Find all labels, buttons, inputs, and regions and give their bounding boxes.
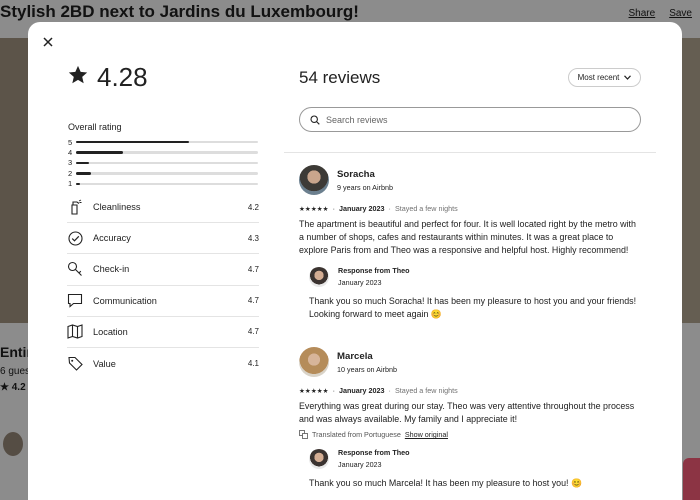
distribution-bar-track	[76, 151, 258, 154]
distribution-stars: 5	[68, 137, 73, 147]
category-label: Location	[93, 326, 128, 337]
category-row-check-in: Check-in 4.7	[67, 254, 259, 286]
overall-score-value: 4.28	[97, 62, 148, 92]
category-value: 4.7	[247, 327, 259, 337]
tag-icon	[67, 356, 83, 372]
review-item: Soracha 9 years on Airbnb ★★★★★ · Januar…	[299, 165, 639, 321]
category-label: Check-in	[93, 264, 130, 275]
distribution-bar-fill	[76, 140, 189, 144]
category-label: Communication	[93, 295, 157, 306]
reviewer-name: Soracha	[337, 168, 375, 180]
host-avatar[interactable]	[309, 266, 329, 287]
category-value: 4.1	[247, 359, 259, 369]
reviewer-name: Marcela	[337, 350, 373, 362]
spray-bottle-icon	[67, 199, 83, 215]
search-field[interactable]	[299, 107, 641, 132]
reviews-count-title: 54 reviews	[299, 68, 381, 87]
review-item: Marcela 10 years on Airbnb ★★★★★ · Janua…	[299, 347, 639, 490]
translation-note: Translated from Portuguese Show original	[299, 430, 639, 439]
distribution-row: 2	[68, 168, 258, 178]
host-avatar[interactable]	[309, 448, 329, 469]
category-ratings: Cleanliness 4.2 Accuracy 4.3 Check-in 4.7 Comm…	[67, 192, 259, 379]
overall-rating-label: Overall rating	[68, 122, 122, 132]
distribution-bar-fill	[76, 172, 91, 175]
category-value: 4.3	[247, 233, 259, 243]
sort-label: Most recent	[577, 73, 620, 82]
category-row-cleanliness: Cleanliness 4.2	[67, 192, 259, 224]
overall-score: 4.28	[67, 62, 148, 93]
distribution-stars: 3	[68, 158, 73, 168]
response-title: Response from Theo	[338, 448, 410, 458]
distribution-bar-track	[76, 161, 258, 165]
distribution-stars: 4	[68, 148, 73, 158]
review-stay: Stayed a few nights	[394, 386, 458, 395]
distribution-row: 1	[68, 179, 258, 189]
translate-icon	[299, 430, 308, 440]
distribution-stars: 1	[68, 179, 73, 189]
sort-dropdown[interactable]: Most recent	[568, 68, 641, 87]
map-icon	[67, 324, 83, 340]
check-circle-icon	[67, 230, 83, 246]
response-text: Thank you so much Marcela! It has been m…	[309, 478, 582, 489]
review-date: January 2023	[338, 204, 385, 213]
category-label: Cleanliness	[93, 202, 141, 213]
distribution-row: 5	[68, 137, 258, 147]
host-response: Response from Theo January 2023 Thank yo…	[309, 448, 639, 490]
response-date: January 2023	[338, 460, 382, 470]
divider	[284, 152, 656, 153]
distribution-bar-track	[76, 172, 258, 175]
review-stars: ★★★★★	[299, 387, 329, 395]
category-value: 4.2	[247, 202, 259, 212]
search-icon	[310, 114, 320, 125]
reviewer-tenure: 10 years on Airbnb	[337, 364, 397, 374]
category-row-location: Location 4.7	[67, 317, 259, 348]
category-row-value: Value 4.1	[67, 348, 259, 379]
distribution-stars: 2	[68, 168, 73, 178]
category-value: 4.7	[247, 264, 259, 274]
review-text: Everything was great during our stay. Th…	[299, 401, 635, 425]
category-value: 4.7	[247, 296, 259, 306]
star-icon	[67, 64, 89, 91]
rating-distribution: 54321	[68, 137, 258, 189]
response-text: Thank you so much Soracha! It has been m…	[309, 296, 637, 320]
show-original-link[interactable]: Show original	[405, 430, 448, 439]
translated-label: Translated from Portuguese	[312, 430, 401, 440]
response-date: January 2023	[338, 278, 382, 288]
review-stars: ★★★★★	[299, 205, 329, 213]
chat-bubble-icon	[67, 293, 83, 309]
review-date: January 2023	[338, 386, 385, 395]
reviewer-tenure: 9 years on Airbnb	[337, 182, 393, 192]
reviews-panel: 54 reviews Most recent Soracha 9 years o…	[284, 22, 682, 500]
review-text: The apartment is beautiful and perfect f…	[299, 219, 636, 256]
category-row-accuracy: Accuracy 4.3	[67, 223, 259, 255]
category-row-communication: Communication 4.7	[67, 286, 259, 317]
key-icon	[67, 261, 83, 277]
distribution-bar-fill	[76, 151, 124, 154]
reviewer-avatar[interactable]	[299, 165, 329, 195]
distribution-bar-track	[76, 140, 258, 144]
category-label: Value	[93, 358, 116, 369]
chevron-down-icon	[624, 75, 632, 80]
distribution-bar-fill	[76, 182, 80, 185]
search-input[interactable]	[326, 114, 640, 125]
response-title: Response from Theo	[338, 266, 410, 276]
host-response: Response from Theo January 2023 Thank yo…	[309, 266, 639, 321]
distribution-row: 4	[68, 147, 258, 157]
category-label: Accuracy	[93, 233, 131, 244]
ratings-panel: 4.28 Overall rating 54321 Cleanliness 4.2…	[28, 22, 278, 500]
reviews-modal: 4.28 Overall rating 54321 Cleanliness 4.2…	[28, 22, 682, 500]
review-stay: Stayed a few nights	[394, 204, 458, 213]
distribution-bar-fill	[76, 161, 89, 165]
distribution-row: 3	[68, 158, 258, 168]
distribution-bar-track	[76, 182, 258, 185]
reviewer-avatar[interactable]	[299, 347, 329, 377]
